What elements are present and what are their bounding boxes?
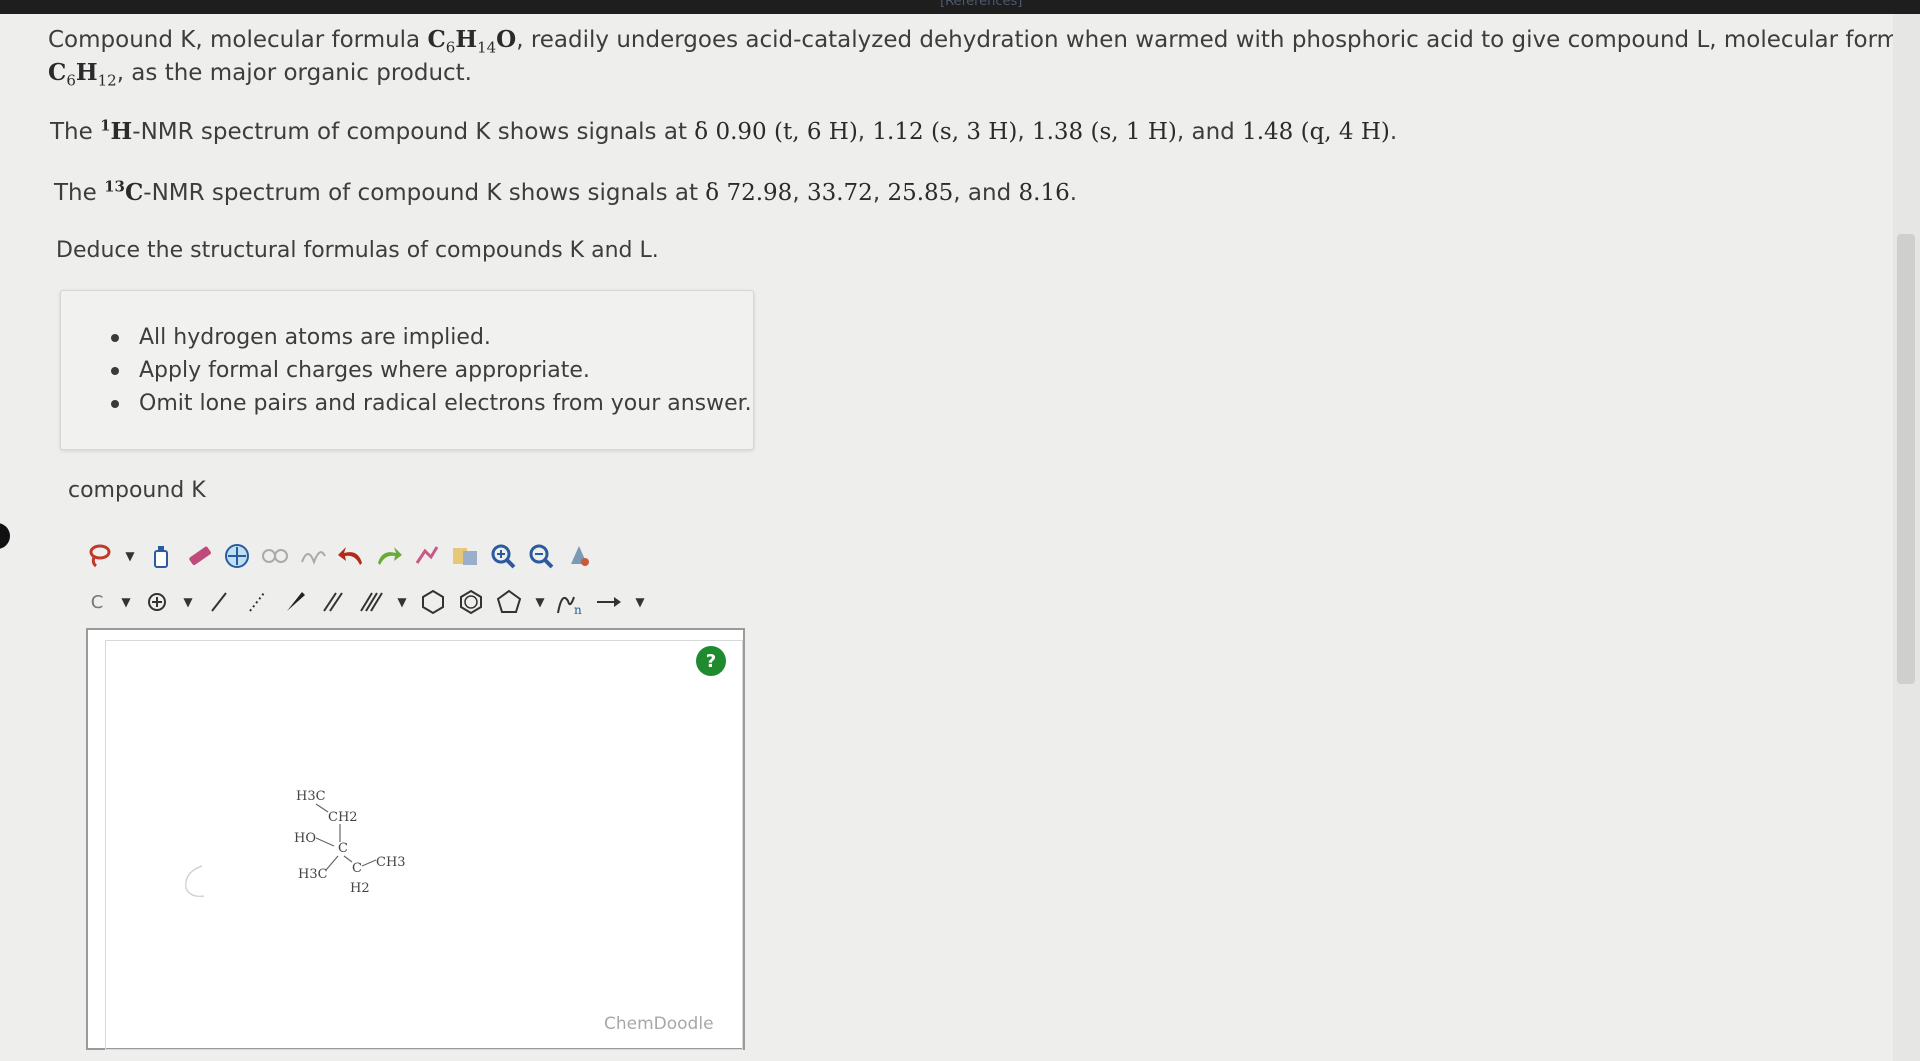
charge-tool[interactable]: [140, 585, 174, 619]
hint-box: All hydrogen atoms are implied. Apply fo…: [60, 290, 754, 450]
arrow-icon: [597, 597, 621, 607]
chemdoodle-brand: ChemDoodle: [604, 1014, 714, 1034]
text-icon: [453, 548, 477, 565]
top-bar: [References]: [0, 0, 1920, 14]
text-tool[interactable]: [448, 539, 482, 573]
hint-item: Omit lone pairs and radical electrons fr…: [109, 387, 752, 420]
page-scrollbar[interactable]: [1893, 14, 1920, 1061]
chevron-down-icon: ▼: [125, 549, 135, 563]
clean-icon: [571, 546, 589, 566]
chevron-down-icon: ▼: [635, 595, 645, 609]
side-handle[interactable]: [0, 523, 10, 549]
zoom-in-button[interactable]: [486, 539, 520, 573]
redo-button[interactable]: [372, 539, 406, 573]
clean-tool[interactable]: [562, 539, 596, 573]
charge-icon: [148, 593, 166, 611]
copy-tool[interactable]: [258, 539, 292, 573]
triple-bond-icon: [360, 592, 383, 612]
triple-bond-tool[interactable]: [354, 585, 388, 619]
svg-text:n: n: [574, 603, 582, 617]
cnmr-line: The 13C-NMR spectrum of compound K shows…: [54, 177, 1078, 206]
atom-label-c[interactable]: C: [338, 841, 348, 856]
charge-dropdown[interactable]: ▼: [178, 585, 198, 619]
toolbar-row-2: C ▼ ▼ ▼ ▼ n ▼: [82, 582, 654, 622]
atom-label-h3c-top[interactable]: H3C: [296, 789, 326, 804]
double-bond-icon: [323, 592, 343, 612]
hint-list: All hydrogen atoms are implied. Apply fo…: [109, 321, 752, 420]
atom-label-h2[interactable]: H2: [350, 881, 370, 896]
wedge-bond-tool[interactable]: [278, 585, 312, 619]
benzene-icon: [460, 589, 482, 615]
atom-label-ho[interactable]: HO: [294, 831, 316, 846]
double-bond-tool[interactable]: [316, 585, 350, 619]
hint-item: All hydrogen atoms are implied.: [109, 321, 752, 354]
copy-icon: [262, 549, 288, 563]
arrow-tool[interactable]: [592, 585, 626, 619]
cursor-mark: [185, 865, 205, 897]
redo-icon: [378, 547, 402, 565]
zoom-out-button[interactable]: [524, 539, 558, 573]
question-line-1: Compound K, molecular formula C6H14O, re…: [48, 26, 1920, 57]
atom-label-ch2[interactable]: CH2: [328, 810, 358, 825]
element-select[interactable]: C: [82, 585, 112, 619]
chevron-down-icon: ▼: [397, 595, 407, 609]
hint-item: Apply formal charges where appropriate.: [109, 354, 752, 387]
cyclopentane-icon: [496, 589, 522, 613]
clear-tool[interactable]: [144, 539, 178, 573]
ring-dropdown[interactable]: ▼: [530, 585, 550, 619]
toolbar-row-1: ▼: [82, 536, 600, 576]
atom-label-c2[interactable]: C: [352, 861, 362, 876]
center-tool[interactable]: [220, 539, 254, 573]
single-bond-icon: [211, 592, 227, 612]
help-button[interactable]: ?: [696, 646, 726, 676]
undo-icon: [338, 547, 362, 565]
hashed-bond-tool[interactable]: [240, 585, 274, 619]
zoom-out-icon: [529, 544, 554, 569]
bond-dropdown[interactable]: ▼: [392, 585, 412, 619]
chevron-down-icon: ▼: [535, 595, 545, 609]
scrollbar-thumb[interactable]: [1897, 234, 1915, 684]
lasso-tool[interactable]: [82, 539, 116, 573]
eraser-tool[interactable]: [182, 539, 216, 573]
atom-label-h3c-bottom[interactable]: H3C: [298, 867, 328, 882]
chain-icon: n: [557, 596, 582, 617]
hnmr-line: The 1H-NMR spectrum of compound K shows …: [50, 116, 1398, 145]
undo-button[interactable]: [334, 539, 368, 573]
template-tool[interactable]: [410, 539, 444, 573]
chain-tool[interactable]: n: [554, 585, 588, 619]
chevron-down-icon: ▼: [121, 595, 131, 609]
cyclohexane-tool[interactable]: [416, 585, 450, 619]
question-line-2: C6H12, as the major organic product.: [48, 59, 472, 90]
center-icon: [225, 544, 249, 568]
single-bond-tool[interactable]: [202, 585, 236, 619]
references-link[interactable]: [References]: [940, 0, 1022, 9]
atom-label-ch3[interactable]: CH3: [376, 855, 406, 870]
paste-icon: [301, 551, 326, 565]
molecule-drawing[interactable]: H3C CH2 HO C H3C C CH3 H2: [280, 780, 440, 910]
deduce-instruction: Deduce the structural formulas of compou…: [56, 238, 659, 263]
compound-k-label: compound K: [68, 478, 206, 503]
hashed-bond-icon: [249, 592, 265, 612]
eraser-icon: [189, 546, 211, 566]
chevron-down-icon: ▼: [183, 595, 193, 609]
lasso-icon: [89, 544, 111, 568]
zoom-in-icon: [491, 544, 516, 569]
wedge-bond-icon: [287, 592, 305, 611]
cyclohexane-icon: [422, 589, 444, 615]
element-dropdown[interactable]: ▼: [116, 585, 136, 619]
clear-icon: [154, 546, 168, 568]
benzene-tool[interactable]: [454, 585, 488, 619]
lasso-dropdown[interactable]: ▼: [120, 539, 140, 573]
arrow-dropdown[interactable]: ▼: [630, 585, 650, 619]
cyclopentane-tool[interactable]: [492, 585, 526, 619]
paste-tool[interactable]: [296, 539, 330, 573]
template-icon: [415, 546, 439, 564]
